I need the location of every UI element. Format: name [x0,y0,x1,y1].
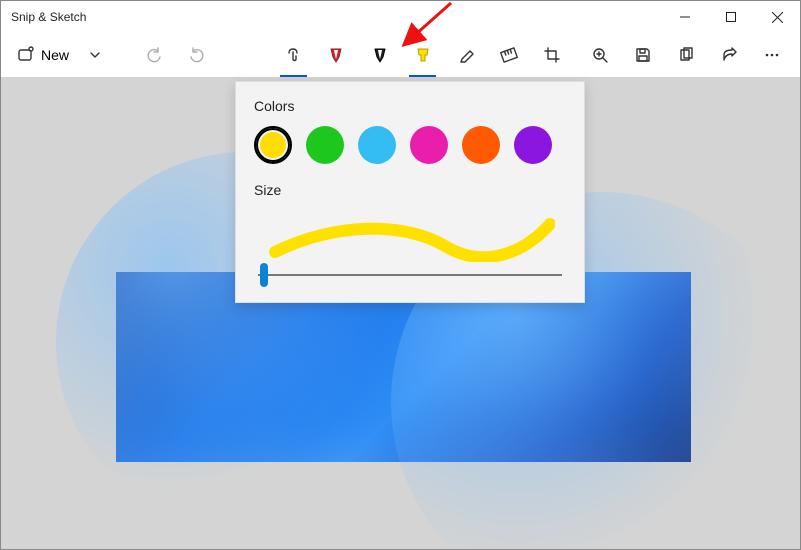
undo-icon [145,46,163,64]
colors-heading: Colors [254,98,566,114]
highlighter-icon [415,46,431,64]
zoom-button[interactable] [580,35,619,75]
size-slider[interactable] [254,274,566,276]
color-swatch-2[interactable] [358,126,396,164]
maximize-button[interactable] [708,1,754,33]
new-label: New [41,47,69,63]
share-icon [720,46,738,64]
redo-button[interactable] [177,35,216,75]
color-swatch-1[interactable] [306,126,344,164]
redo-icon [188,46,206,64]
pencil-button[interactable] [360,35,399,75]
color-swatch-5[interactable] [514,126,552,164]
color-swatch-row [254,126,566,164]
ballpoint-icon [328,46,344,64]
toolbar: New [1,33,800,77]
eraser-button[interactable] [446,35,485,75]
crop-icon [543,46,561,64]
undo-button[interactable] [134,35,173,75]
highlighter-button[interactable] [403,35,442,75]
window-title: Snip & Sketch [11,10,86,24]
highlighter-options-popup: Colors Size [235,81,585,303]
color-swatch-4[interactable] [462,126,500,164]
ruler-button[interactable] [490,35,529,75]
pencil-icon [372,46,388,64]
new-button[interactable]: New [9,35,77,75]
eraser-icon [457,46,475,64]
save-button[interactable] [623,35,662,75]
share-button[interactable] [710,35,749,75]
size-preview [254,210,566,264]
new-dropdown[interactable] [81,35,108,75]
copy-icon [677,46,695,64]
copy-button[interactable] [666,35,705,75]
ballpoint-pen-button[interactable] [317,35,356,75]
ruler-icon [500,46,518,64]
more-button[interactable] [753,35,792,75]
close-button[interactable] [754,1,800,33]
titlebar: Snip & Sketch [1,1,800,33]
zoom-icon [591,46,609,64]
crop-button[interactable] [533,35,572,75]
color-swatch-0[interactable] [254,126,292,164]
slider-track [258,274,562,276]
window-controls [662,1,800,33]
snip-icon [17,46,35,64]
chevron-down-icon [89,49,101,61]
save-icon [634,46,652,64]
ellipsis-icon [763,46,781,64]
minimize-button[interactable] [662,1,708,33]
size-heading: Size [254,182,566,198]
touch-icon [284,46,302,64]
color-swatch-3[interactable] [410,126,448,164]
touch-writing-button[interactable] [274,35,313,75]
slider-thumb[interactable] [260,263,268,287]
